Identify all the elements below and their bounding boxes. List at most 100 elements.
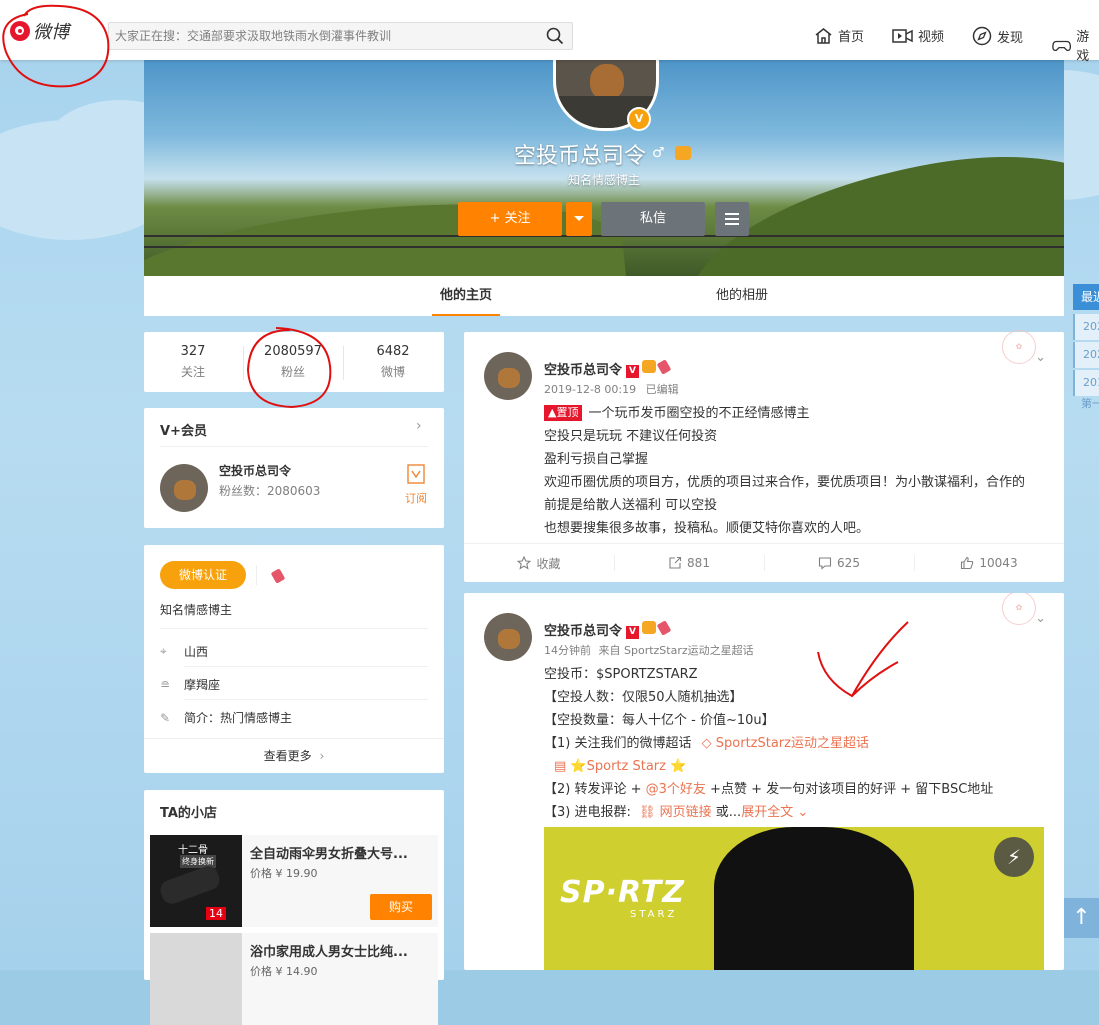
zodiac-row: ≘ 摩羯座	[160, 676, 220, 693]
post-line: 也想要搜集很多故事，投稿私。顺便艾特你喜欢的人吧。	[544, 521, 870, 536]
timeline-year[interactable]: 2021	[1073, 314, 1099, 340]
stamp-watermark-icon: ✿	[1002, 330, 1036, 364]
verified-v-icon: V	[626, 626, 640, 639]
nav-games[interactable]: 游戏	[1052, 26, 1099, 64]
chevron-down-icon[interactable]: ⌄	[1035, 611, 1046, 626]
timeline-year[interactable]: 2019	[1073, 370, 1099, 396]
shop-item[interactable]: 浴巾家用成人男女士比纯... 价格 ¥ 14.90	[150, 933, 438, 1025]
about-card: 微博认证 知名情感博主 ⌖ 山西 ≘ 摩羯座 ✎ 简介：热门情感博主 查看更多 …	[144, 545, 444, 773]
subscribe-icon	[407, 464, 425, 484]
follow-dropdown-button[interactable]	[566, 202, 592, 236]
post-avatar[interactable]	[484, 352, 532, 400]
member-avatar[interactable]	[160, 464, 208, 512]
post-meta: 14分钟前 来自 SportzStarz运动之星超话	[544, 642, 754, 658]
nav-discover[interactable]: 发现	[972, 26, 1023, 46]
web-link[interactable]: ⛓ 网页链接	[639, 805, 712, 820]
back-to-top-button[interactable]: ↑	[1064, 898, 1099, 938]
subscribe-button[interactable]: 订阅	[402, 464, 430, 506]
vplus-title: V+会员	[160, 424, 207, 439]
stat-followers[interactable]: 2080597 粉丝	[244, 344, 342, 380]
post-meta: 2019-12-8 00:19 已编辑	[544, 381, 679, 397]
shop-title: TA的小店	[160, 806, 217, 821]
ribbon-icon	[270, 568, 286, 584]
shop-card: TA的小店 十二骨 终身换新 14 全自动雨伞男女折叠大号... 价格 ¥ 19…	[144, 790, 444, 1025]
follow-button[interactable]: + 关注	[458, 202, 562, 236]
message-button[interactable]: 私信	[601, 202, 705, 236]
mention-link[interactable]: @3个好友	[646, 782, 706, 797]
home-icon	[815, 27, 832, 44]
flash-icon[interactable]: ⚡	[994, 837, 1034, 877]
topic-link[interactable]: ▤ ⭐Sportz Starz ⭐	[554, 759, 686, 774]
like-icon	[961, 556, 974, 570]
member-fans: 粉丝数：2080603	[219, 484, 321, 498]
shop-item[interactable]: 十二骨 终身换新 14 全自动雨伞男女折叠大号... 价格 ¥ 19.90 购买	[150, 835, 438, 927]
pin-label: ▲置顶	[544, 405, 583, 421]
post-content: 空投币：$SPORTZSTARZ 【空投人数：仅限50人随机抽选】 【空投数量：…	[544, 663, 1054, 824]
see-more-label: 查看更多	[263, 749, 312, 763]
post-avatar[interactable]	[484, 613, 532, 661]
post-line: 欢迎币圈优质的项目方，优质的项目过来合作，要优质项目！为小散谋福利，合作的前提是…	[544, 475, 1026, 513]
product-price: 价格 ¥ 19.90	[250, 867, 318, 880]
tab-home[interactable]: 他的主页	[432, 276, 500, 316]
product-image	[150, 933, 242, 1025]
favorite-button[interactable]: 收藏	[464, 544, 614, 582]
nav-video[interactable]: 视频	[892, 26, 944, 45]
post-line: 【3) 进电报群:	[544, 805, 635, 820]
weibo-logo[interactable]: 微博	[10, 18, 69, 44]
stat-label: 关注	[180, 365, 205, 379]
post-line: 【空投人数：仅限50人随机抽选】	[544, 690, 743, 705]
stat-value: 327	[180, 344, 206, 359]
post-source: 来自 SportzStarz运动之星超话	[598, 644, 754, 657]
post-author[interactable]: 空投币总司令	[544, 363, 622, 378]
timeline-year[interactable]: 第一	[1073, 394, 1099, 414]
nav-home[interactable]: 首页	[814, 26, 864, 45]
post-line: +点赞 + 发一句对该项目的好评 + 留下BSC地址	[705, 782, 994, 797]
post-line: 【2) 转发评论 +	[544, 782, 646, 797]
post-author[interactable]: 空投币总司令	[544, 624, 622, 639]
weibo-verify-tag[interactable]: 微博认证	[160, 561, 246, 589]
gender-male-icon: ♂	[652, 145, 665, 161]
post-author-row: 空投币总司令 V	[544, 620, 672, 639]
more-menu-button[interactable]	[715, 202, 749, 236]
intro-row: ✎ 简介：热门情感博主	[160, 709, 292, 726]
post-time[interactable]: 14分钟前	[544, 644, 591, 657]
stat-value: 2080597	[264, 344, 322, 359]
video-icon	[892, 28, 913, 43]
comment-count: 625	[837, 556, 860, 570]
video-thumbnail[interactable]: SP·RTZ STARZ ⚡	[544, 827, 1044, 970]
repost-button[interactable]: 881	[614, 544, 764, 582]
supertopic-link[interactable]: ◇ SportzStarz运动之星超话	[702, 736, 869, 751]
chevron-down-icon[interactable]: ⌄	[1035, 350, 1046, 365]
ribbon-icon	[656, 359, 672, 375]
search-icon[interactable]	[546, 27, 564, 45]
stat-value: 6482	[376, 344, 410, 359]
video-logo-sub: STARZ	[630, 909, 678, 920]
stat-label: 微博	[380, 365, 405, 379]
tab-album[interactable]: 他的相册	[707, 276, 777, 316]
post-actions: 收藏 881 625 10043	[464, 543, 1064, 582]
member-crown-icon	[642, 360, 657, 373]
zodiac-text: 摩羯座	[184, 678, 221, 692]
post-time[interactable]: 2019-12-8 00:19	[544, 383, 636, 396]
timeline-year[interactable]: 2020	[1073, 342, 1099, 368]
favorite-label: 收藏	[536, 556, 561, 571]
expand-button[interactable]: 展开全文 ⌄	[741, 805, 808, 820]
chevron-right-icon[interactable]: ›	[416, 418, 422, 434]
nav-discover-label: 发现	[997, 30, 1024, 46]
verify-tag-label: 微博认证	[178, 568, 227, 582]
like-count: 10043	[979, 556, 1018, 570]
product-price: 价格 ¥ 14.90	[250, 965, 318, 978]
buy-button[interactable]: 购买	[370, 894, 432, 920]
location-icon: ⌖	[160, 644, 167, 658]
stat-following[interactable]: 327 关注	[144, 344, 242, 380]
like-button[interactable]: 10043	[914, 544, 1064, 582]
arrow-up-icon: ↑	[1072, 905, 1091, 930]
comment-button[interactable]: 625	[764, 544, 914, 582]
stat-posts[interactable]: 6482 微博	[344, 344, 442, 380]
feed-post: ✿ ⌄ 空投币总司令 V 2019-12-8 00:19 已编辑 ▲置顶 一个玩币发…	[464, 330, 1064, 582]
comment-icon	[818, 557, 832, 570]
member-crown-icon	[642, 621, 657, 634]
ribbon-icon	[656, 620, 672, 636]
see-more-button[interactable]: 查看更多 ›	[144, 739, 444, 773]
search-input[interactable]	[109, 23, 541, 49]
